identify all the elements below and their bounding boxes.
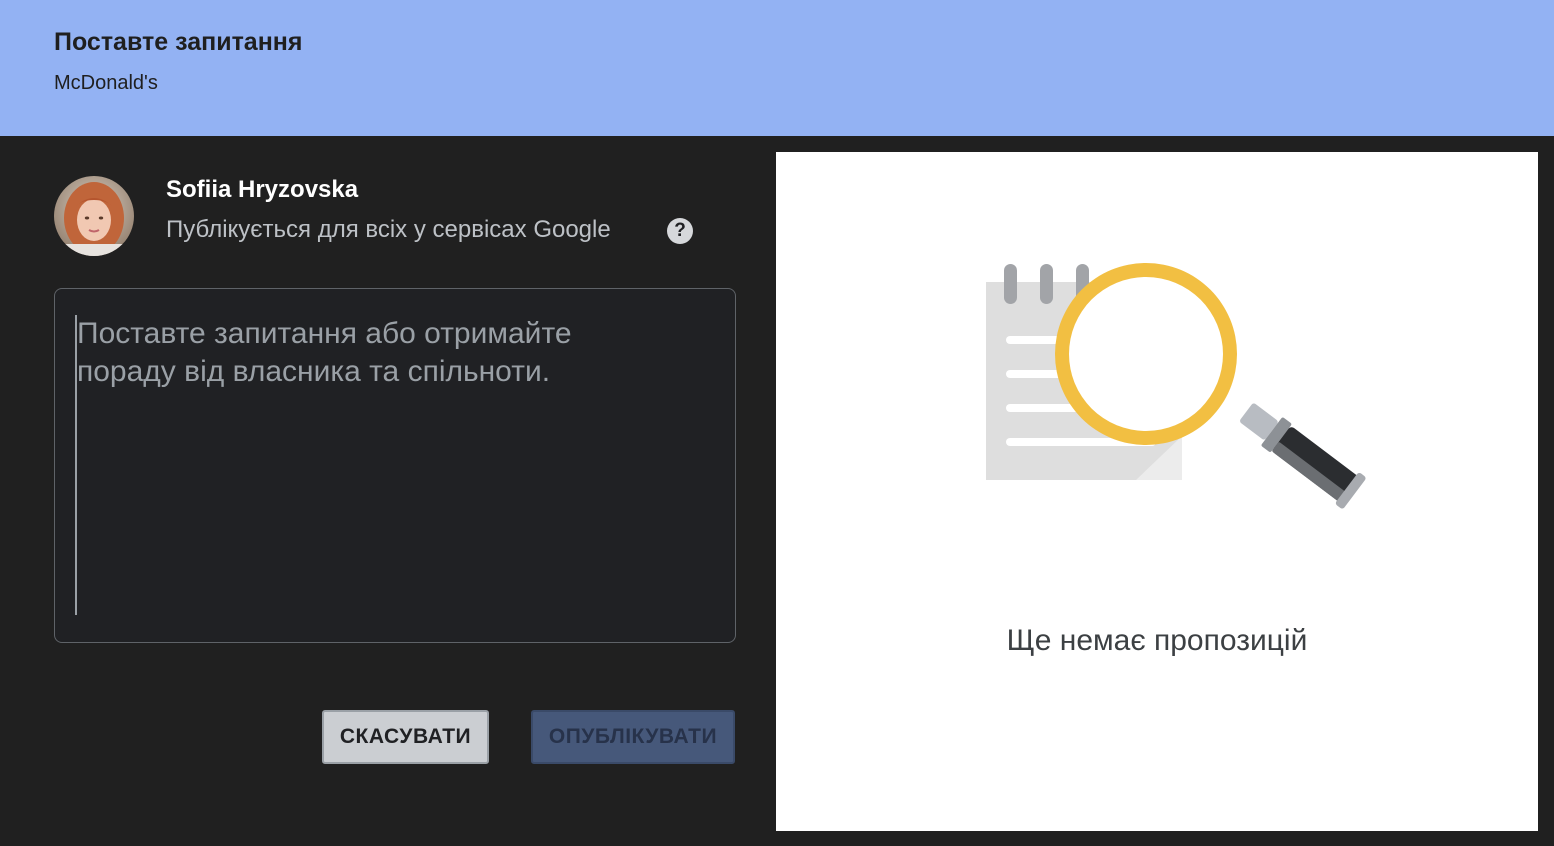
visibility-notice: Публікується для всіх у сервісах Google: [166, 216, 611, 243]
user-photo-icon: [54, 176, 134, 256]
suggestions-panel: Ще немає пропозицій: [776, 152, 1538, 831]
magnifier-over-notepad-icon: [986, 263, 1366, 509]
cancel-button[interactable]: СКАСУВАТИ: [322, 710, 489, 764]
question-form-panel: Sofiia Hryzovska Публікується для всіх у…: [0, 136, 776, 846]
question-input-box: [54, 288, 736, 643]
dialog-title: Поставте запитання: [54, 28, 303, 56]
help-icon[interactable]: ?: [667, 218, 693, 244]
no-suggestions-message: Ще немає пропозицій: [1006, 624, 1308, 657]
user-name: Sofiia Hryzovska: [166, 176, 359, 203]
dialog-header: Поставте запитання McDonald's: [0, 0, 1554, 136]
avatar: [54, 176, 134, 256]
place-name: McDonald's: [54, 72, 158, 94]
question-input[interactable]: [75, 315, 677, 615]
publish-button[interactable]: ОПУБЛІКУВАТИ: [531, 710, 735, 764]
